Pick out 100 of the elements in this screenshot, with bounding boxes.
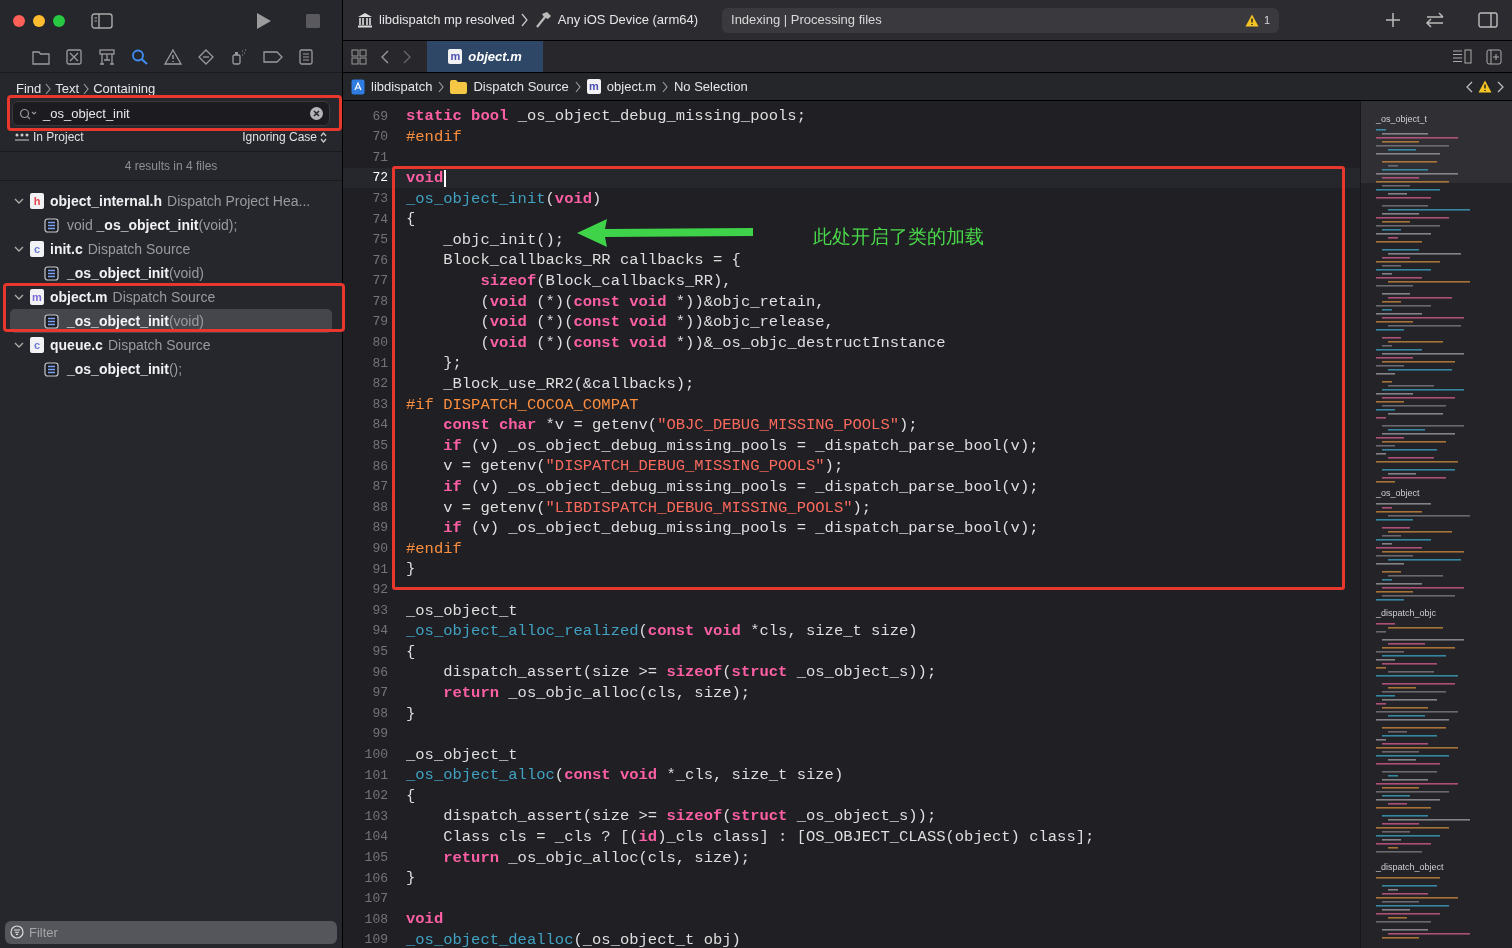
code-line: _os_object_dealloc(_os_object_t obj) bbox=[406, 930, 741, 948]
line-number: 81 bbox=[371, 354, 388, 373]
chevron-right-icon bbox=[574, 80, 581, 93]
breadcrumb-item[interactable]: Text bbox=[55, 79, 80, 99]
line-number: 99 bbox=[371, 725, 388, 744]
line-number: 77 bbox=[371, 272, 388, 291]
disclosure-chevron-icon[interactable] bbox=[14, 292, 24, 302]
forward-icon[interactable] bbox=[403, 49, 411, 64]
line-number: 80 bbox=[371, 334, 388, 353]
add-editor-icon[interactable] bbox=[1486, 48, 1502, 65]
activity-text: Indexing | Processing files bbox=[731, 11, 883, 30]
sidebar-toggle-icon[interactable] bbox=[91, 12, 113, 29]
run-icon[interactable] bbox=[256, 11, 272, 30]
minimap[interactable]: _os_object_t _os_object _dispatch_objc _dispatch_object bbox=[1360, 101, 1512, 948]
text-lines-icon bbox=[44, 217, 59, 233]
code-line: if (v) _os_object_debug_missing_pools = _dispatch_parse_bool(v); bbox=[442, 477, 1039, 497]
breadcrumb-item[interactable]: Find bbox=[16, 79, 42, 99]
spray-can-icon[interactable] bbox=[230, 48, 248, 65]
minimap-label: _os_object bbox=[1376, 487, 1421, 499]
warning-icon[interactable] bbox=[164, 48, 182, 65]
jump-bar-item[interactable]: Dispatch Source bbox=[473, 76, 569, 97]
code-line: (void (*)(const void *))&objc_release, bbox=[479, 312, 834, 333]
scope-button[interactable]: In Project bbox=[33, 128, 84, 146]
warning-count[interactable]: 1 bbox=[1263, 11, 1270, 29]
match-text: void _os_object_init(void); bbox=[67, 215, 238, 235]
up-down-icon[interactable] bbox=[320, 131, 327, 143]
disclosure-chevron-icon[interactable] bbox=[14, 340, 24, 350]
result-file-name[interactable]: object_internal.h bbox=[50, 190, 163, 212]
tab-title: object.m bbox=[468, 47, 522, 66]
next-issue-icon[interactable] bbox=[1497, 80, 1504, 93]
zoom-window-button[interactable] bbox=[53, 14, 65, 27]
minimap-label: _dispatch_object bbox=[1376, 861, 1445, 873]
lines-panel-icon[interactable] bbox=[1452, 49, 1472, 64]
jump-bar-item[interactable]: object.m bbox=[606, 76, 656, 97]
file-icon: c bbox=[30, 241, 44, 257]
swap-arrows-icon[interactable] bbox=[1424, 12, 1446, 28]
text-lines-icon bbox=[44, 313, 59, 329]
line-number: 73 bbox=[371, 189, 388, 208]
result-file-name[interactable]: queue.c bbox=[50, 334, 103, 356]
filter-field[interactable]: Filter bbox=[5, 921, 337, 944]
file-icon: c bbox=[30, 337, 44, 353]
code-line: _os_object_t bbox=[406, 744, 518, 765]
code-line: } bbox=[406, 868, 416, 889]
disclosure-chevron-icon[interactable] bbox=[14, 244, 24, 254]
search-field[interactable]: _os_object_init bbox=[12, 101, 330, 126]
editor-tab[interactable]: m object.m bbox=[427, 41, 543, 72]
warning-icon[interactable] bbox=[1478, 80, 1492, 93]
line-number: 107 bbox=[363, 890, 388, 909]
result-file-name[interactable]: object.m bbox=[50, 286, 108, 308]
line-number: 96 bbox=[371, 663, 388, 682]
code-line: #endif bbox=[406, 126, 462, 147]
line-number: 105 bbox=[363, 848, 388, 867]
code-line: _objc_init(); bbox=[442, 229, 565, 250]
jump-bar-item[interactable]: libdispatch bbox=[371, 76, 433, 97]
minimize-window-button[interactable] bbox=[33, 14, 45, 27]
clear-icon[interactable] bbox=[310, 107, 323, 120]
tag-icon[interactable] bbox=[263, 48, 283, 65]
match-row[interactable]: _os_object_init(); bbox=[10, 357, 332, 381]
plus-icon[interactable] bbox=[1386, 13, 1400, 27]
chevron-right-icon bbox=[45, 83, 52, 95]
line-number: 103 bbox=[363, 807, 388, 826]
case-mode-button[interactable]: Ignoring Case bbox=[242, 128, 317, 146]
report-list-icon[interactable] bbox=[298, 48, 314, 65]
x-square-icon[interactable] bbox=[65, 48, 83, 65]
scheme-selector[interactable]: libdispatch mp resolved bbox=[379, 10, 515, 30]
result-file-name[interactable]: init.c bbox=[50, 238, 83, 260]
line-number: 97 bbox=[371, 684, 388, 703]
code-line: _os_object_init(void) bbox=[406, 188, 602, 209]
code-line: { bbox=[406, 785, 416, 806]
line-number: 70 bbox=[371, 128, 388, 147]
warning-icon[interactable] bbox=[1244, 13, 1259, 27]
line-number: 89 bbox=[371, 519, 388, 538]
file-icon: m bbox=[448, 49, 463, 64]
search-icon[interactable] bbox=[131, 48, 149, 65]
hierarchy-icon[interactable] bbox=[98, 48, 116, 65]
line-number: 72 bbox=[371, 169, 388, 188]
jump-bar-item[interactable]: No Selection bbox=[673, 76, 748, 97]
previous-issue-icon[interactable] bbox=[1466, 80, 1473, 93]
code-line: Block_callbacks_RR callbacks = { bbox=[442, 250, 741, 271]
back-icon[interactable] bbox=[381, 49, 389, 64]
breadcrumb-item[interactable]: Containing bbox=[93, 79, 156, 99]
inspector-toggle-icon[interactable] bbox=[1478, 12, 1498, 28]
code-line: }; bbox=[442, 353, 462, 374]
result-location: Dispatch Source bbox=[112, 287, 216, 307]
folder-icon[interactable] bbox=[32, 48, 50, 65]
code-line: _os_object_alloc_realized(const void *cls, size_t size) bbox=[406, 621, 918, 642]
line-number: 95 bbox=[371, 643, 388, 661]
line-number: 104 bbox=[363, 828, 388, 847]
minimap-label: _os_object_t bbox=[1376, 113, 1429, 125]
close-window-button[interactable] bbox=[13, 14, 25, 27]
line-number: 69 bbox=[371, 107, 388, 126]
result-location: Dispatch Source bbox=[87, 239, 191, 259]
destination-selector[interactable]: Any iOS Device (arm64) bbox=[557, 10, 698, 30]
disclosure-chevron-icon[interactable] bbox=[14, 196, 24, 206]
diamond-icon[interactable] bbox=[197, 48, 215, 65]
code-line: dispatch_assert(size >= sizeof(struct _os_object_s)); bbox=[442, 662, 937, 683]
match-row[interactable]: void _os_object_init(void); bbox=[10, 213, 332, 237]
grid-icon[interactable] bbox=[351, 48, 367, 65]
match-text: _os_object_init(void) bbox=[67, 263, 204, 283]
match-row[interactable]: _os_object_init(void) bbox=[10, 261, 332, 285]
